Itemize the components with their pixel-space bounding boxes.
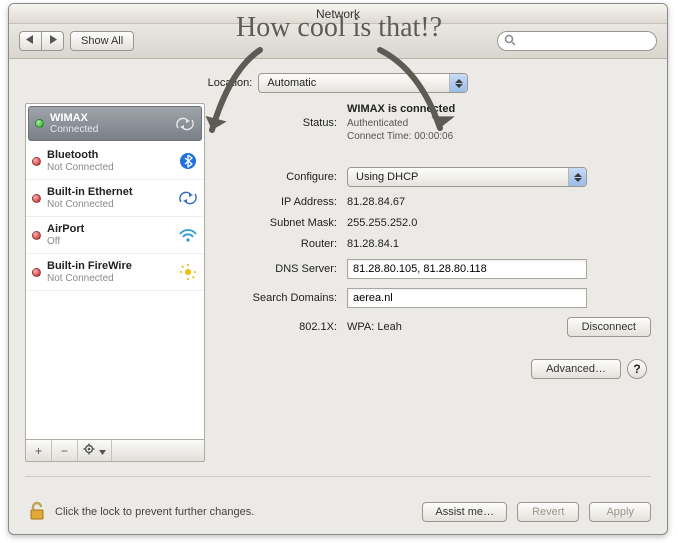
- back-icon: [26, 35, 35, 47]
- service-status: Off: [47, 236, 172, 247]
- firewire-icon: [178, 263, 198, 281]
- apply-button[interactable]: Apply: [589, 502, 651, 522]
- router-value: 81.28.84.1: [347, 238, 651, 250]
- mask-value: 255.255.252.0: [347, 217, 651, 229]
- service-name: AirPort: [47, 223, 172, 235]
- assist-label: Assist me…: [435, 506, 494, 518]
- window-titlebar: Network: [9, 4, 667, 24]
- add-service-button[interactable]: +: [26, 440, 52, 461]
- search-field[interactable]: [497, 31, 657, 51]
- assist-button[interactable]: Assist me…: [422, 502, 507, 522]
- service-item-airport[interactable]: AirPort Off: [26, 217, 204, 254]
- configure-popup[interactable]: Using DHCP: [347, 167, 587, 187]
- status-dot-disconnected-icon: [32, 157, 41, 166]
- help-button[interactable]: ?: [627, 359, 647, 379]
- status-dot-disconnected-icon: [32, 194, 41, 203]
- status-value: WIMAX is connected: [347, 103, 455, 115]
- service-name: WIMAX: [50, 112, 169, 124]
- service-status: Not Connected: [47, 162, 172, 173]
- network-prefs-window: Network Show All Lo: [8, 3, 668, 535]
- back-button[interactable]: [19, 31, 41, 51]
- service-details: Status: WIMAX is connected Authenticated…: [217, 103, 651, 462]
- services-sidebar: WIMAX Connected Bluetooth Not Connected: [25, 103, 205, 462]
- service-name: Bluetooth: [47, 149, 172, 161]
- search-domains-input[interactable]: [347, 288, 587, 308]
- bluetooth-icon: [178, 152, 198, 170]
- search-domains-label: Search Domains:: [217, 292, 337, 304]
- services-list: WIMAX Connected Bluetooth Not Connected: [25, 103, 205, 440]
- separator: [25, 476, 651, 477]
- service-actions-button[interactable]: [78, 440, 112, 461]
- ip-label: IP Address:: [217, 196, 337, 208]
- advanced-button[interactable]: Advanced…: [531, 359, 621, 379]
- ethernet-icon: [178, 189, 198, 207]
- status-sub-time: Connect Time: 00:00:06: [347, 131, 453, 142]
- revert-button[interactable]: Revert: [517, 502, 579, 522]
- router-label: Router:: [217, 238, 337, 250]
- disconnect-label: Disconnect: [582, 321, 636, 333]
- search-input[interactable]: [520, 34, 650, 48]
- service-item-ethernet[interactable]: Built-in Ethernet Not Connected: [26, 180, 204, 217]
- service-name: Built-in Ethernet: [47, 186, 172, 198]
- forward-icon: [48, 35, 57, 47]
- mask-label: Subnet Mask:: [217, 217, 337, 229]
- toolbar: Show All: [9, 24, 667, 59]
- plus-icon: +: [35, 444, 42, 458]
- forward-button[interactable]: [41, 31, 64, 51]
- status-label: Status:: [217, 117, 337, 129]
- help-label: ?: [633, 362, 640, 376]
- service-item-wimax[interactable]: WIMAX Connected: [28, 106, 202, 141]
- dot1x-label: 802.1X:: [217, 321, 337, 333]
- dot1x-value: WPA: Leah: [347, 321, 402, 333]
- minus-icon: −: [61, 444, 68, 458]
- popup-arrows-icon: [568, 168, 586, 186]
- show-all-label: Show All: [81, 35, 123, 47]
- advanced-label: Advanced…: [546, 363, 606, 375]
- ip-value: 81.28.84.67: [347, 196, 651, 208]
- service-status: Not Connected: [47, 199, 172, 210]
- status-dot-disconnected-icon: [32, 231, 41, 240]
- service-item-firewire[interactable]: Built-in FireWire Not Connected: [26, 254, 204, 291]
- apply-label: Apply: [606, 506, 634, 518]
- status-dot-connected-icon: [35, 119, 44, 128]
- location-value: Automatic: [267, 77, 316, 89]
- status-dot-disconnected-icon: [32, 268, 41, 277]
- configure-label: Configure:: [217, 171, 337, 183]
- show-all-button[interactable]: Show All: [70, 31, 134, 51]
- search-icon: [504, 34, 516, 49]
- dns-input[interactable]: [347, 259, 587, 279]
- remove-service-button[interactable]: −: [52, 440, 78, 461]
- popup-arrows-icon: [449, 74, 467, 92]
- services-footer: + −: [25, 440, 205, 462]
- lock-icon[interactable]: [25, 499, 47, 524]
- lock-text: Click the lock to prevent further change…: [55, 506, 254, 518]
- footer: Click the lock to prevent further change…: [25, 495, 651, 524]
- disconnect-button[interactable]: Disconnect: [567, 317, 651, 337]
- window-title: Network: [316, 7, 360, 21]
- location-label: Location:: [208, 77, 253, 89]
- sync-icon: [175, 115, 195, 133]
- configure-value: Using DHCP: [356, 171, 418, 183]
- service-item-bluetooth[interactable]: Bluetooth Not Connected: [26, 143, 204, 180]
- revert-label: Revert: [532, 506, 564, 518]
- service-status: Connected: [50, 124, 169, 135]
- chevron-down-icon: [99, 444, 106, 458]
- wifi-icon: [178, 226, 198, 244]
- gear-icon: [83, 442, 97, 459]
- service-name: Built-in FireWire: [47, 260, 172, 272]
- status-sub-auth: Authenticated: [347, 118, 408, 129]
- dns-label: DNS Server:: [217, 263, 337, 275]
- service-status: Not Connected: [47, 273, 172, 284]
- location-popup[interactable]: Automatic: [258, 73, 468, 93]
